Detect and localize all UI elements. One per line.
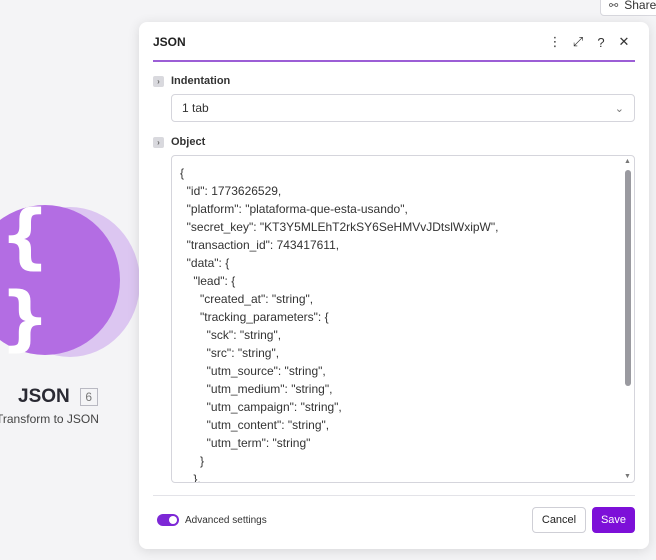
module-id-badge: 6: [79, 388, 98, 406]
code-line: "created_at": "string",: [180, 292, 314, 306]
advanced-settings-toggle[interactable]: [157, 514, 179, 526]
share-icon: ⚯: [609, 0, 619, 12]
expand-icon[interactable]: ⤢: [567, 34, 589, 50]
save-button[interactable]: Save: [592, 507, 635, 533]
object-textarea[interactable]: { "id": 1773626529, "platform": "platafo…: [171, 155, 635, 483]
share-button[interactable]: ⚯ Share: [600, 0, 656, 16]
code-line: "platform": "plataforma-que-esta-usando"…: [180, 202, 408, 216]
chevron-down-icon: ⌄: [614, 102, 624, 115]
object-code: { "id": 1773626529, "platform": "platafo…: [180, 164, 618, 483]
code-line: "tracking_parameters": {: [180, 310, 329, 324]
braces-icon: { }: [0, 195, 54, 359]
code-line: "id": 1773626529,: [180, 184, 282, 198]
code-line: "secret_key": "KT3Y5MLEhT2rkSY6SeHMVvJDt…: [180, 220, 499, 234]
code-line: "utm_source": "string",: [180, 364, 326, 378]
scroll-down-icon[interactable]: ▼: [624, 473, 631, 480]
module-circle[interactable]: { }: [0, 195, 120, 359]
object-section[interactable]: › Object: [153, 136, 205, 148]
toggle-knob: [169, 516, 177, 524]
indentation-value: 1 tab: [182, 101, 209, 115]
header-accent-line: [153, 60, 635, 62]
object-label: Object: [171, 136, 206, 148]
close-icon[interactable]: ✕: [613, 34, 635, 50]
indentation-section[interactable]: › Indentation: [153, 75, 230, 87]
code-line: "utm_medium": "string",: [180, 382, 333, 396]
advanced-settings-label: Advanced settings: [185, 514, 267, 526]
scrollbar-thumb[interactable]: [625, 170, 631, 386]
indentation-label: Indentation: [171, 75, 231, 87]
code-line: "utm_term": "string": [180, 436, 311, 450]
scroll-up-icon[interactable]: ▲: [624, 158, 631, 165]
share-label: Share: [624, 0, 656, 12]
code-line: }: [180, 454, 205, 468]
code-line: "lead": {: [180, 274, 236, 288]
code-line: "sck": "string",: [180, 328, 282, 342]
scrollbar[interactable]: ▲ ▼: [623, 156, 633, 482]
chevron-right-icon: ›: [153, 136, 164, 148]
dialog-header: JSON ⋮ ⤢ ? ✕: [139, 22, 649, 62]
module-name: JSON: [18, 386, 70, 407]
help-icon[interactable]: ?: [590, 35, 612, 50]
chevron-right-icon: ›: [153, 75, 164, 87]
json-settings-dialog: JSON ⋮ ⤢ ? ✕ › Indentation 1 tab ⌄ › Obj…: [139, 22, 649, 549]
code-line: "transaction_id": 743417611,: [180, 238, 340, 252]
module-title: JSON 6: [18, 386, 98, 408]
json-module[interactable]: { }: [0, 195, 140, 359]
code-line: "data": {: [180, 256, 230, 270]
dialog-title: JSON: [153, 35, 186, 49]
more-vertical-icon[interactable]: ⋮: [544, 34, 566, 50]
code-line: "utm_content": "string",: [180, 418, 330, 432]
advanced-settings: Advanced settings: [157, 514, 267, 526]
code-line: {: [180, 166, 185, 180]
code-line: "src": "string",: [180, 346, 280, 360]
indentation-select[interactable]: 1 tab ⌄: [171, 94, 635, 122]
footer-divider: [153, 495, 635, 496]
cancel-button[interactable]: Cancel: [532, 507, 586, 533]
module-subtitle: Transform to JSON: [0, 412, 99, 426]
code-line: "utm_campaign": "string",: [180, 400, 342, 414]
code-line: },: [180, 472, 201, 483]
